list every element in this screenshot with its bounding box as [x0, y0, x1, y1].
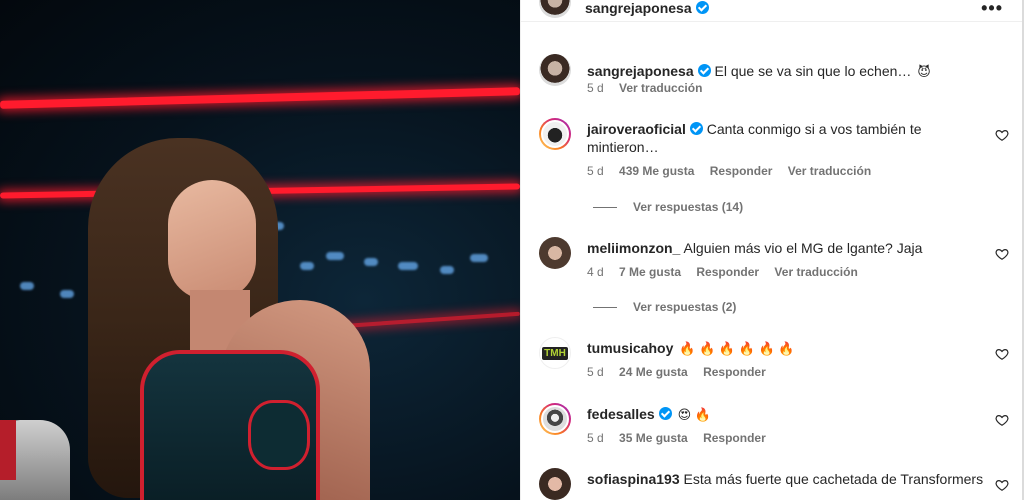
timestamp[interactable]: 4 d [587, 265, 604, 279]
see-translation-link[interactable]: Ver traducción [788, 164, 871, 178]
timestamp[interactable]: 5 d [587, 81, 604, 95]
comment-username[interactable]: tumusicahoy [587, 340, 673, 356]
fire-emojis: 🔥 🔥 🔥 🔥 🔥 🔥 [679, 341, 795, 356]
likes-count[interactable]: 35 Me gusta [619, 431, 688, 445]
replies-line [593, 306, 617, 308]
devil-emoji: 😈 [917, 64, 931, 79]
comment-item: fedesalles 😍 🔥 5 d 35 Me gusta Responder [539, 403, 1009, 453]
side-red-glove [0, 420, 16, 480]
bokeh-light [60, 290, 74, 298]
comment-body: fedesalles 😍 🔥 [587, 405, 987, 424]
bokeh-light [398, 262, 418, 270]
comment-username[interactable]: fedesalles [587, 406, 655, 422]
verified-badge-icon [689, 122, 703, 135]
bokeh-light [20, 282, 34, 290]
reply-button[interactable]: Responder [703, 431, 766, 445]
caption-username[interactable]: sangrejaponesa [587, 63, 694, 79]
comment-meta: 5 d 439 Me gusta Responder Ver traducció… [587, 164, 883, 178]
comment-username[interactable]: meliimonzon_ [587, 240, 680, 256]
heart-outline-icon[interactable] [995, 413, 1009, 427]
reply-button[interactable]: Responder [703, 365, 766, 379]
likes-count[interactable]: 439 Me gusta [619, 164, 694, 178]
heart-outline-icon[interactable] [995, 128, 1009, 142]
likes-count[interactable]: 7 Me gusta [619, 265, 681, 279]
timestamp[interactable]: 5 d [587, 164, 604, 178]
comment-item: sofiaspina193 Esta más fuerte que cachet… [539, 468, 1009, 500]
heart-outline-icon[interactable] [995, 478, 1009, 492]
neon-light [340, 311, 520, 329]
caption-body: sangrejaponesa El que se va sin que lo e… [587, 62, 987, 81]
view-replies-button[interactable]: Ver respuestas (14) [593, 200, 743, 214]
verified-badge-icon [658, 407, 672, 420]
heart-eyes-fire-emojis: 😍 🔥 [677, 407, 711, 422]
bokeh-light [440, 266, 454, 274]
comment-text: Alguien más vio el MG de lgante? Jaja [683, 240, 923, 256]
post-photo [0, 0, 520, 500]
reply-button[interactable]: Responder [696, 265, 759, 279]
view-replies-label[interactable]: Ver respuestas (2) [633, 300, 736, 314]
face [168, 180, 256, 300]
bokeh-light [364, 258, 378, 266]
comment-text: Esta más fuerte que cachetada de Transfo… [683, 471, 984, 487]
replies-line [593, 206, 617, 208]
comment-meta: 5 d 35 Me gusta Responder [587, 431, 778, 445]
bokeh-light [326, 252, 344, 260]
heart-outline-icon[interactable] [995, 347, 1009, 361]
neon-light [0, 87, 520, 109]
reply-button[interactable]: Responder [710, 164, 773, 178]
see-translation-link[interactable]: Ver traducción [619, 81, 702, 95]
view-replies-button[interactable]: Ver respuestas (2) [593, 300, 736, 314]
avatar[interactable] [539, 403, 571, 435]
verified-badge-icon [697, 64, 711, 77]
outfit-logo [248, 400, 310, 470]
see-translation-link[interactable]: Ver traducción [774, 265, 857, 279]
heart-outline-icon[interactable] [995, 247, 1009, 261]
post-header: sangrejaponesa ••• [521, 0, 1022, 22]
caption-text: El que se va sin que lo echen… [714, 63, 912, 79]
comment-username[interactable]: jairoveraoficial [587, 121, 686, 137]
timestamp[interactable]: 5 d [587, 431, 604, 445]
comment-item: meliimonzon_ Alguien más vio el MG de lg… [539, 237, 1009, 297]
header-username[interactable]: sangrejaponesa [585, 0, 709, 16]
comment-body: sofiaspina193 Esta más fuerte que cachet… [587, 470, 987, 488]
avatar[interactable]: TMH [539, 337, 571, 369]
avatar-logo-text: TMH [542, 346, 568, 360]
avatar[interactable] [539, 468, 571, 500]
verified-badge-icon [695, 1, 709, 14]
bokeh-light [300, 262, 314, 270]
comment-item: TMH tumusicahoy 🔥 🔥 🔥 🔥 🔥 🔥 5 d 24 Me gu… [539, 337, 1009, 387]
comment-meta: 5 d 24 Me gusta Responder [587, 365, 778, 379]
comment-username[interactable]: sofiaspina193 [587, 471, 680, 487]
avatar[interactable] [539, 237, 571, 269]
caption-meta: 5 d Ver traducción [587, 81, 714, 95]
avatar[interactable] [539, 118, 571, 150]
view-replies-label[interactable]: Ver respuestas (14) [633, 200, 743, 214]
caption: sangrejaponesa El que se va sin que lo e… [539, 54, 1009, 104]
bokeh-light [470, 254, 488, 262]
comment-body: tumusicahoy 🔥 🔥 🔥 🔥 🔥 🔥 [587, 339, 987, 358]
comment-meta: 4 d 7 Me gusta Responder Ver traducción [587, 265, 870, 279]
comments-panel: sangrejaponesa ••• sangrejaponesa El que… [520, 0, 1022, 500]
comment-body: meliimonzon_ Alguien más vio el MG de lg… [587, 239, 987, 257]
comment-body: jairoveraoficial Canta conmigo si a vos … [587, 120, 987, 156]
avatar[interactable] [539, 54, 571, 86]
timestamp[interactable]: 5 d [587, 365, 604, 379]
likes-count[interactable]: 24 Me gusta [619, 365, 688, 379]
avatar[interactable] [539, 0, 571, 18]
more-options-icon[interactable]: ••• [981, 0, 1003, 19]
